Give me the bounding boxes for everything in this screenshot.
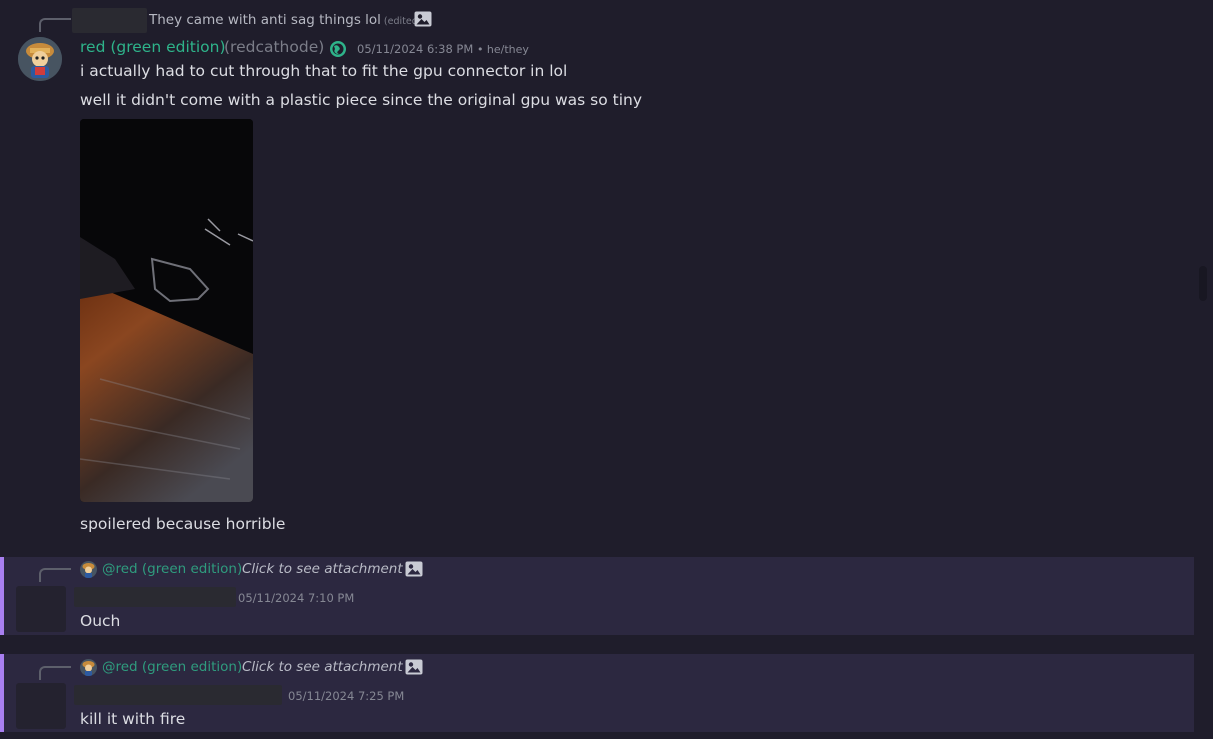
image-icon [405,561,423,577]
avatar[interactable] [18,37,62,81]
reply-spine [39,18,71,32]
redacted-username [72,8,147,33]
message-timestamp: 05/11/2024 6:38 PM • he/they [357,42,529,56]
scrollbar-thumb[interactable] [1199,266,1207,301]
chat-view: They came with anti sag things lol (edite… [0,0,1213,739]
click-to-see-attachment[interactable]: Click to see attachment [242,659,403,675]
reply-mention[interactable]: @red (green edition) [102,561,242,577]
author-name[interactable]: red (green edition) [80,38,226,56]
reply-preview-text: They came with anti sag things lol [149,12,381,28]
image-attachment[interactable] [80,119,253,502]
reply-avatar [80,659,97,676]
message-caption: spoilered because horrible [80,515,286,533]
reply-timestamp: 05/11/2024 7:10 PM [238,591,355,605]
globe-icon [330,41,346,57]
reply-spine [39,568,71,582]
reply-preview[interactable]: They came with anti sag things lol (edite… [149,12,421,28]
reply-avatar [80,561,97,578]
pronouns: • he/they [476,43,529,56]
message-line: well it didn't come with a plastic piece… [80,91,643,109]
redacted-avatar[interactable] [16,683,66,729]
reply-mention[interactable]: @red (green edition) [102,659,242,675]
redacted-username [74,587,236,607]
reply-message-text: Ouch [80,612,121,630]
image-icon [414,11,432,27]
message-line: i actually had to cut through that to fi… [80,62,568,80]
click-to-see-attachment[interactable]: Click to see attachment [242,561,403,577]
redacted-avatar[interactable] [16,586,66,632]
author-handle[interactable]: (redcathode) [224,38,324,56]
reply-spine [39,666,71,680]
image-icon [405,659,423,675]
timestamp-text: 05/11/2024 6:38 PM [357,42,474,56]
reply-timestamp: 05/11/2024 7:25 PM [288,689,405,703]
redacted-username [74,685,282,705]
reply-message-text: kill it with fire [80,710,186,728]
